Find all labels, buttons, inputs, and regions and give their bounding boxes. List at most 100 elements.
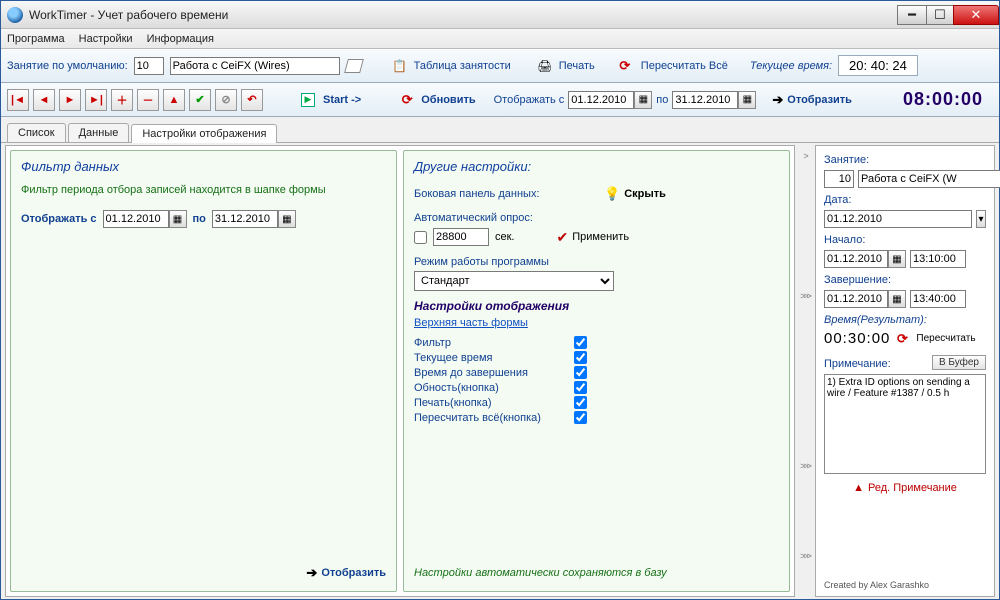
to-top-label: по xyxy=(656,94,668,106)
refresh-button[interactable]: Обновить xyxy=(421,94,475,106)
filter-date-from-picker[interactable]: ▦ xyxy=(169,210,187,228)
nav-add-button[interactable]: ＋ xyxy=(111,89,133,111)
print-icon: 🖨 xyxy=(537,58,553,74)
nav-next-button[interactable]: ► xyxy=(59,89,81,111)
filter-display-from-label: Отображать с xyxy=(21,213,97,225)
tab-data[interactable]: Данные xyxy=(68,123,130,142)
check-icon: ✔ xyxy=(557,229,569,246)
side-task-label: Занятие: xyxy=(824,154,986,166)
date-from-top-picker[interactable]: ▦ xyxy=(634,91,652,109)
side-start-date-picker[interactable]: ▦ xyxy=(888,250,906,268)
recalc-icon: ⟳ xyxy=(617,58,633,74)
splitter-handle-4[interactable]: >>> xyxy=(800,551,810,561)
close-button[interactable]: ✕ xyxy=(953,5,999,25)
filter-panel: Фильтр данных Фильтр периода отбора запи… xyxy=(10,150,397,592)
row-timeend-label: Время до завершения xyxy=(414,367,574,379)
auto-poll-input[interactable] xyxy=(433,228,489,246)
splitter-handle-3[interactable]: >>> xyxy=(800,461,810,471)
row-recalcbtn-checkbox[interactable] xyxy=(574,411,587,424)
nav-last-button[interactable]: ►| xyxy=(85,89,107,111)
nav-confirm-button[interactable]: ✔ xyxy=(189,89,211,111)
auto-poll-checkbox[interactable] xyxy=(414,231,427,244)
other-settings-panel: Другие настройки: Боковая панель данных:… xyxy=(403,150,790,592)
side-start-date-input[interactable] xyxy=(824,250,888,268)
side-start-label: Начало: xyxy=(824,234,986,246)
eraser-icon[interactable] xyxy=(344,59,364,73)
display-from-top-label: Отображать с xyxy=(494,94,565,106)
filter-hint: Фильтр периода отбора записей находится … xyxy=(21,184,386,196)
side-recalc-icon: ⟳ xyxy=(894,331,910,347)
tab-display-settings[interactable]: Настройки отображения xyxy=(131,124,277,143)
filter-to-label: по xyxy=(193,213,206,225)
default-task-label: Занятие по умолчанию: xyxy=(7,60,128,72)
side-date-picker[interactable]: ▾ xyxy=(976,210,986,228)
minimize-button[interactable]: ━ xyxy=(897,5,927,25)
side-start-time-input[interactable] xyxy=(910,250,966,268)
row-timeend-checkbox[interactable] xyxy=(574,366,587,379)
nav-remove-button[interactable]: － xyxy=(137,89,159,111)
apply-button[interactable]: ✔Применить xyxy=(557,229,630,246)
maximize-button[interactable]: ☐ xyxy=(926,5,954,25)
filter-date-from-input[interactable] xyxy=(103,210,169,228)
row-curtime-checkbox[interactable] xyxy=(574,351,587,364)
current-time-value: 20: 40: 24 xyxy=(838,55,918,76)
menu-info[interactable]: Информация xyxy=(147,33,214,45)
side-panel-label: Боковая панель данных: xyxy=(414,188,604,200)
nav-undo-button[interactable]: ↶ xyxy=(241,89,263,111)
menubar: Программа Настройки Информация xyxy=(1,29,999,49)
filter-date-to-picker[interactable]: ▦ xyxy=(278,210,296,228)
row-curtime-label: Текущее время xyxy=(414,352,574,364)
window-title: WorkTimer - Учет рабочего времени xyxy=(29,8,228,22)
top-form-subtitle: Верхняя часть формы xyxy=(414,317,779,329)
side-end-date-picker[interactable]: ▦ xyxy=(888,290,906,308)
mode-label: Режим работы программы xyxy=(414,256,779,268)
filter-panel-title: Фильтр данных xyxy=(21,159,386,174)
date-to-top-picker[interactable]: ▦ xyxy=(738,91,756,109)
print-link[interactable]: Печать xyxy=(559,60,595,72)
display-top-button[interactable]: Отобразить xyxy=(787,94,852,106)
busy-table-link[interactable]: Таблица занятости xyxy=(414,60,511,72)
sidebar-footer: Created by Alex Garashko xyxy=(824,580,986,590)
date-from-top-input[interactable] xyxy=(568,91,634,109)
splitter[interactable]: > >>> >>> >>> xyxy=(795,143,815,599)
refresh-icon: ⟳ xyxy=(399,92,415,108)
countdown-time: 08:00:00 xyxy=(903,89,983,110)
side-end-date-input[interactable] xyxy=(824,290,888,308)
menu-settings[interactable]: Настройки xyxy=(79,33,133,45)
start-button[interactable]: Start -> xyxy=(323,94,361,106)
nav-cancel-button[interactable]: ⊘ xyxy=(215,89,237,111)
edit-note-arrow-icon: ▲ xyxy=(853,482,864,494)
current-time-label: Текущее время: xyxy=(750,60,832,72)
row-printbtn-checkbox[interactable] xyxy=(574,396,587,409)
tab-list[interactable]: Список xyxy=(7,123,66,142)
toolbar-top: Занятие по умолчанию: 📋 Таблица занятост… xyxy=(1,49,999,83)
mode-select[interactable]: Стандарт xyxy=(414,271,614,291)
side-date-input[interactable] xyxy=(824,210,972,228)
notes-textarea[interactable]: 1) Extra ID options on sending a wire / … xyxy=(824,374,986,474)
menu-program[interactable]: Программа xyxy=(7,33,65,45)
filter-display-button[interactable]: Отобразить xyxy=(321,567,386,579)
apply-label: Применить xyxy=(572,231,629,243)
side-task-name-input[interactable] xyxy=(858,170,1000,188)
date-to-top-input[interactable] xyxy=(672,91,738,109)
row-refreshbtn-checkbox[interactable] xyxy=(574,381,587,394)
sidebar: Занятие: Дата: ▾ Начало: ▦ Завершение: ▦… xyxy=(815,145,995,597)
hide-button[interactable]: Скрыть xyxy=(624,188,666,200)
splitter-handle-1[interactable]: > xyxy=(803,151,806,161)
nav-up-button[interactable]: ▲ xyxy=(163,89,185,111)
to-buffer-button[interactable]: В Буфер xyxy=(932,355,986,370)
recalc-all-link[interactable]: Пересчитать Всё xyxy=(641,60,728,72)
side-recalc-button[interactable]: Пересчитать xyxy=(916,333,975,344)
edit-note-button[interactable]: ▲Ред. Примечание xyxy=(824,482,986,494)
row-filter-checkbox[interactable] xyxy=(574,336,587,349)
side-end-time-input[interactable] xyxy=(910,290,966,308)
splitter-handle-2[interactable]: >>> xyxy=(800,291,810,301)
filter-date-to-input[interactable] xyxy=(212,210,278,228)
side-date-label: Дата: xyxy=(824,194,986,206)
default-task-name-input[interactable] xyxy=(170,57,340,75)
row-filter-label: Фильтр xyxy=(414,337,574,349)
nav-prev-button[interactable]: ◄ xyxy=(33,89,55,111)
side-task-id-input[interactable] xyxy=(824,170,854,188)
default-task-id-input[interactable] xyxy=(134,57,164,75)
nav-first-button[interactable]: |◄ xyxy=(7,89,29,111)
